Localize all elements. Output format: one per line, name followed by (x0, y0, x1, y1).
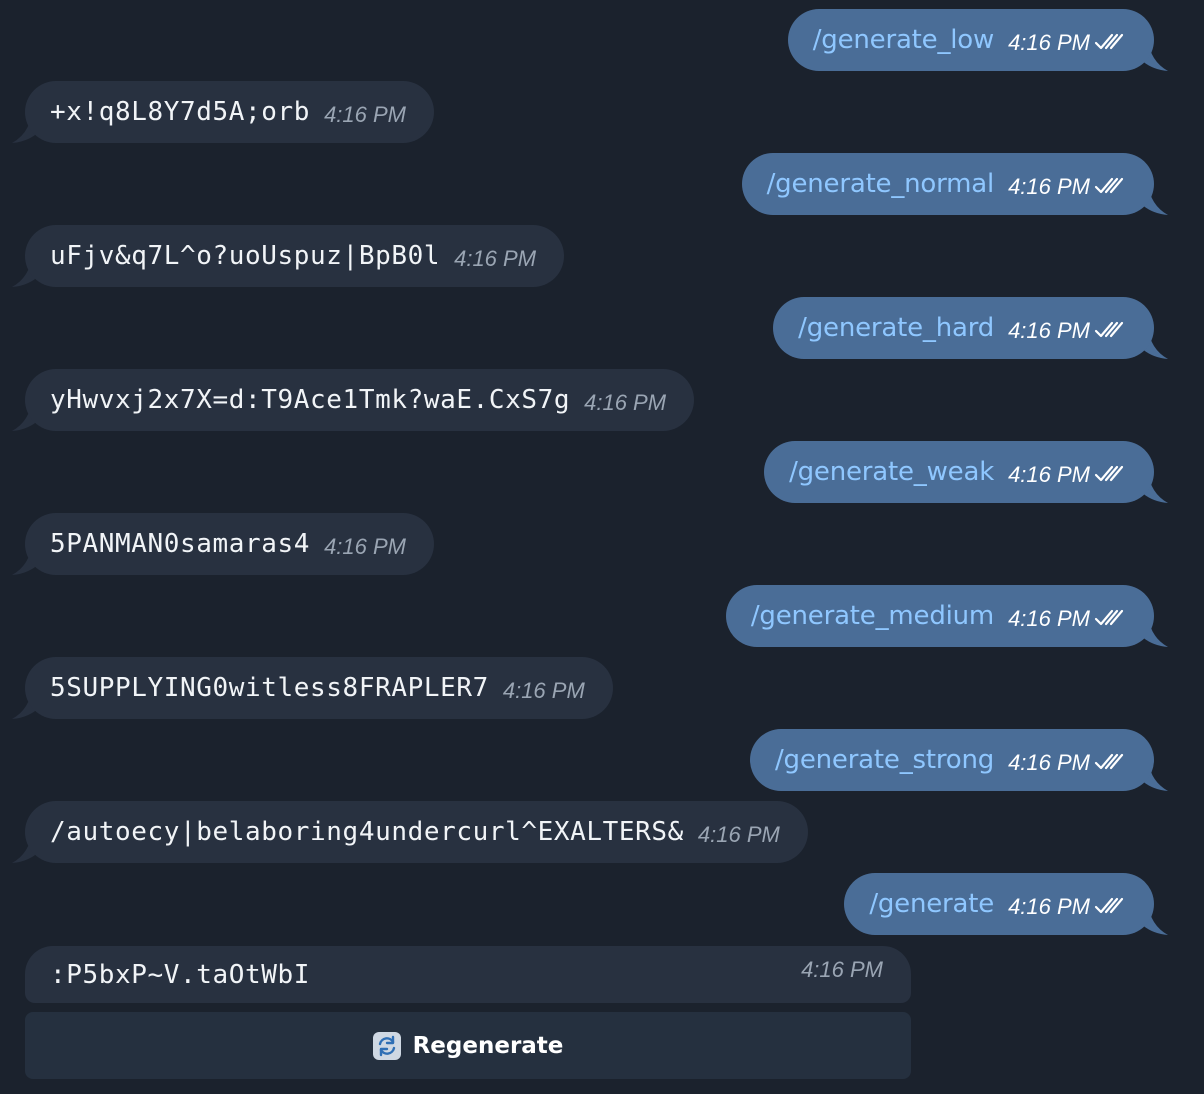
message-time: 4:16 PM (324, 102, 406, 127)
message-time: 4:16 PM (584, 390, 667, 415)
incoming-message: uFjv&q7L^o?uoUspuz|BpB0l 4:16 PM (0, 225, 1204, 287)
password-text: 5PANMAN0samaras4 (50, 529, 311, 559)
outgoing-bubble[interactable]: /generate_weak 4:16 PM (764, 441, 1154, 503)
outgoing-bubble[interactable]: /generate 4:16 PM (844, 873, 1154, 935)
command-text: /generate_strong (774, 745, 995, 775)
double-check-icon (1094, 608, 1126, 628)
incoming-bubble[interactable]: 5PANMAN0samaras4 4:16 PM (25, 513, 434, 575)
command-text: /generate_normal (766, 169, 995, 199)
command-text: /generate_low (812, 25, 995, 55)
double-check-icon (1094, 32, 1126, 52)
command-text: /generate_medium (750, 601, 995, 631)
message-time: 4:16 PM (1008, 30, 1090, 55)
password-text: yHwvxj2x7X=d:T9Ace1Tmk?waE.CxS7g (50, 385, 571, 415)
incoming-bubble[interactable]: /autoecy|belaboring4undercurl^EXALTERS& … (25, 801, 808, 863)
incoming-bubble-with-keyboard[interactable]: :P5bxP~V.taOtWbI 4:16 PM (25, 946, 911, 1003)
outgoing-message: /generate_strong 4:16 PM (0, 729, 1204, 791)
double-check-icon (1094, 464, 1126, 484)
incoming-bubble[interactable]: uFjv&q7L^o?uoUspuz|BpB0l 4:16 PM (25, 225, 565, 287)
incoming-message: 5PANMAN0samaras4 4:16 PM (0, 513, 1204, 575)
password-text: /autoecy|belaboring4undercurl^EXALTERS& (50, 817, 684, 847)
message-time: 4:16 PM (1008, 462, 1090, 487)
incoming-bubble[interactable]: yHwvxj2x7X=d:T9Ace1Tmk?waE.CxS7g 4:16 PM (25, 369, 695, 431)
outgoing-message: /generate_medium 4:16 PM (0, 585, 1204, 647)
incoming-bubble[interactable]: 5SUPPLYING0witless8FRAPLER7 4:16 PM (25, 657, 613, 719)
double-check-icon (1094, 896, 1126, 916)
incoming-bubble[interactable]: +x!q8L8Y7d5A;orb 4:16 PM (25, 81, 434, 143)
password-text: :P5bxP~V.taOtWbI (50, 960, 311, 990)
command-text: /generate_hard (798, 313, 995, 343)
outgoing-bubble[interactable]: /generate_normal 4:16 PM (741, 153, 1154, 215)
outgoing-bubble[interactable]: /generate_low 4:16 PM (787, 9, 1154, 71)
message-time: 4:16 PM (324, 534, 406, 559)
double-check-icon (1094, 320, 1126, 340)
message-time: 4:16 PM (1008, 174, 1090, 199)
message-time: 4:16 PM (502, 678, 585, 703)
message-time: 4:16 PM (1008, 606, 1090, 631)
incoming-message: /autoecy|belaboring4undercurl^EXALTERS& … (0, 801, 1204, 863)
incoming-message: yHwvxj2x7X=d:T9Ace1Tmk?waE.CxS7g 4:16 PM (0, 369, 1204, 431)
outgoing-message: /generate_normal 4:16 PM (0, 153, 1204, 215)
double-check-icon (1094, 176, 1126, 196)
outgoing-message: /generate_weak 4:16 PM (0, 441, 1204, 503)
outgoing-message: /generate_hard 4:16 PM (0, 297, 1204, 359)
message-time: 4:16 PM (454, 246, 537, 271)
message-time: 4:16 PM (1008, 318, 1090, 343)
command-text: /generate (869, 889, 995, 919)
password-text: uFjv&q7L^o?uoUspuz|BpB0l (50, 241, 441, 271)
password-text: 5SUPPLYING0witless8FRAPLER7 (50, 673, 489, 703)
incoming-message: 5SUPPLYING0witless8FRAPLER7 4:16 PM (0, 657, 1204, 719)
regenerate-button[interactable]: Regenerate (25, 1012, 911, 1079)
password-text: +x!q8L8Y7d5A;orb (50, 97, 311, 127)
message-time: 4:16 PM (801, 957, 883, 982)
outgoing-bubble[interactable]: /generate_strong 4:16 PM (749, 729, 1154, 791)
message-time: 4:16 PM (1008, 894, 1090, 919)
outgoing-message: /generate 4:16 PM (0, 873, 1204, 935)
command-text: /generate_weak (789, 457, 995, 487)
refresh-icon (372, 1031, 401, 1060)
outgoing-message: /generate_low 4:16 PM (0, 9, 1204, 71)
message-time: 4:16 PM (1008, 750, 1090, 775)
outgoing-bubble[interactable]: /generate_medium 4:16 PM (725, 585, 1154, 647)
message-time: 4:16 PM (697, 822, 780, 847)
incoming-message: +x!q8L8Y7d5A;orb 4:16 PM (0, 81, 1204, 143)
double-check-icon (1094, 752, 1126, 772)
regenerate-label: Regenerate (412, 1032, 564, 1059)
outgoing-bubble[interactable]: /generate_hard 4:16 PM (773, 297, 1154, 359)
